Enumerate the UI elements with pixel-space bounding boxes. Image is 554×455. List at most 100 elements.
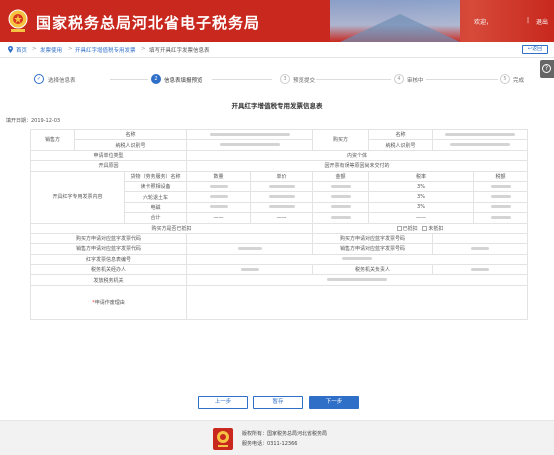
buyer-blue-code-label: 购买方申请对应蓝字发票代码 [29, 232, 188, 245]
step-4-label: 审核中 [407, 78, 424, 84]
footer-phone: 服务电话：0311-12366 [242, 441, 298, 447]
help-button[interactable]: ? [540, 60, 554, 78]
back-button[interactable]: ↩返回 [522, 45, 548, 54]
step-1-label: 选择信息表 [48, 78, 76, 84]
total-label: 合计 [123, 212, 188, 224]
item-qty [186, 180, 252, 193]
seller-blue-no-value [432, 243, 529, 255]
col-header-tax: 税额 [473, 170, 529, 182]
item-amount [312, 191, 370, 203]
table-row: 开具原因 因开票有误等原因尚未交付的 [29, 160, 529, 172]
breadcrumb-current: 填写开具红字发票信息表 [149, 48, 210, 54]
table-row: 申请单位类型 内资个体 [29, 149, 529, 162]
seller-name-label: 名称 [73, 128, 188, 141]
deduct-label: 购买方是否已抵扣 [29, 222, 314, 234]
prev-step-button[interactable]: 上一步 [198, 396, 248, 409]
reason-label: 开具原因 [29, 160, 188, 172]
total-price: —— [250, 212, 314, 224]
tax-head-label: 税务机关负责人 [312, 264, 434, 276]
next-step-button[interactable]: 下一步 [309, 396, 359, 409]
deduct-yes-checkbox[interactable] [396, 225, 402, 231]
item-amount [312, 201, 370, 214]
item-qty [186, 201, 252, 214]
step-2-label: 信息表填报预览 [164, 78, 203, 84]
welcome-text: 欢迎， [474, 19, 493, 26]
help-icon: ? [542, 64, 551, 73]
deduct-no-checkbox[interactable] [422, 225, 428, 231]
table-row: 购买方是否已抵扣 已抵扣 未抵扣 [29, 222, 529, 234]
tax-emblem-icon [8, 9, 28, 32]
total-amount [312, 212, 370, 224]
breadcrumb-separator: > [32, 46, 37, 52]
item-name: 电磁 [123, 201, 188, 214]
tax-emblem-icon [213, 428, 233, 450]
logout-link[interactable]: 退出 [536, 17, 548, 26]
progress-steps: ✓ 选择信息表 2 信息表填报预览 3 预览提交 4 审核中 5 完成 [30, 74, 530, 86]
site-header: 国家税务总局河北省电子税务局 欢迎， | 退出 [0, 0, 554, 42]
col-header-amount: 金额 [312, 170, 370, 182]
table-row: *申请作废理由 [29, 284, 529, 320]
apply-reason-label: *申请作废理由 [29, 284, 188, 320]
item-rate: 3% [368, 201, 475, 214]
buyer-taxid-value [432, 139, 529, 151]
buyer-blue-no-label: 购买方申请对应蓝字发票号码 [312, 232, 434, 245]
seller-blue-no-label: 销售方申请对应蓝字发票号码 [312, 243, 434, 255]
seller-taxid-value [186, 139, 314, 151]
total-qty: —— [186, 212, 252, 224]
items-section-label: 开具红字专用发票内容 [30, 170, 125, 224]
step-connector [426, 79, 498, 80]
breadcrumb-invoice-use[interactable]: 发票使用 [40, 46, 62, 54]
step-connector [110, 79, 148, 80]
tax-officer-label: 税务机关经办人 [29, 264, 188, 276]
step-5-label: 完成 [513, 78, 525, 84]
form-title: 开具红字增值税专用发票信息表 [231, 102, 323, 110]
red-info-no-label: 红字发票信息表编号 [29, 253, 188, 266]
deduct-yes-label: 已抵扣 [402, 225, 418, 232]
apply-reason-input[interactable] [186, 284, 529, 320]
item-rate: 3% [368, 180, 475, 193]
footer-copyright: 版权所有：国家税务总局河北省税务局 [242, 431, 328, 437]
breadcrumb-separator: > [68, 46, 73, 52]
table-row: 开具红字专用发票内容 货物（劳务服务）名称 数量 单价 金额 税率 税额 [30, 170, 529, 224]
seller-blue-code-value [186, 243, 314, 255]
table-row: 红字发票信息表编号 [29, 253, 529, 266]
applicant-type-label: 申请单位类型 [29, 149, 188, 162]
table-row: 纳税人识别号 纳税人识别号 [31, 139, 529, 151]
item-name: 读卡照相设备 [123, 180, 188, 193]
step-4-indicator: 4 [394, 74, 404, 84]
seller-name-value [186, 128, 314, 141]
step-3-indicator: 3 [280, 74, 290, 84]
header-separator: | [527, 17, 530, 24]
table-row: 购买方申请对应蓝字发票代码 购买方申请对应蓝字发票号码 [29, 232, 529, 245]
item-tax [473, 201, 529, 214]
item-amount [312, 180, 370, 193]
table-row: 销售方申请对应蓝字发票代码 销售方申请对应蓝字发票号码 [29, 243, 529, 255]
total-tax [473, 212, 529, 224]
item-qty [186, 191, 252, 203]
item-tax [473, 191, 529, 203]
applicant-type-value: 内资个体 [186, 149, 529, 162]
total-rate: —— [368, 212, 475, 224]
tax-officer-value [186, 264, 314, 276]
red-invoice-info-table: 销售方 名称 购买方 名称 纳税人识别号 纳税人识别号 申请单位类型 内资个体 … [29, 128, 529, 320]
step-connector [212, 79, 272, 80]
breadcrumb-home[interactable]: 首页 [16, 46, 27, 54]
save-draft-button[interactable]: 暂存 [253, 396, 303, 409]
deduct-options: 已抵扣 未抵扣 [312, 222, 529, 234]
deduct-no-label: 未抵扣 [428, 225, 444, 232]
buyer-name-value [432, 128, 529, 141]
breadcrumb: 首页 > 发票使用 > 开具红字增值税专用发票 > 填写开具红字发票信息表 [0, 42, 554, 58]
buyer-section-label: 购买方 [312, 129, 370, 151]
site-title: 国家税务总局河北省电子税务局 [36, 14, 261, 32]
step-connector [316, 79, 391, 80]
fill-date: 填开日期：2019-12-03 [6, 118, 61, 124]
reason-value: 因开票有误等原因尚未交付的 [186, 160, 529, 172]
breadcrumb-red-invoice[interactable]: 开具红字增值税专用发票 [75, 46, 136, 54]
red-info-no-value [186, 253, 529, 266]
item-price [250, 201, 314, 214]
item-price [250, 180, 314, 193]
buyer-taxid-label: 纳税人识别号 [368, 139, 434, 151]
seller-section-label: 销售方 [30, 129, 75, 151]
col-header-price: 单价 [250, 170, 314, 182]
location-pin-icon [8, 46, 13, 53]
